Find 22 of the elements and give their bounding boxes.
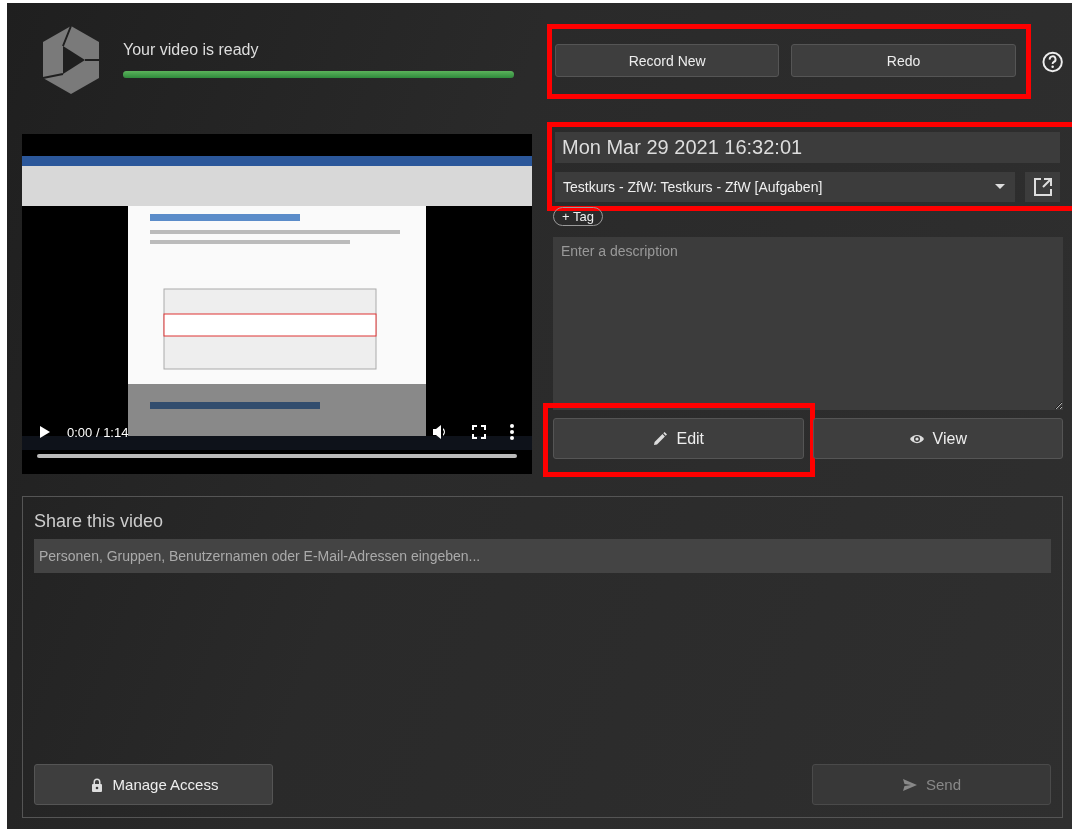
header-button[interactable]: Record New	[555, 44, 780, 77]
header-button[interactable]: Redo	[791, 44, 1016, 77]
open-external-button[interactable]	[1025, 172, 1060, 202]
send-icon	[901, 776, 918, 793]
description-field[interactable]: Enter a description	[553, 237, 1063, 410]
edit-button[interactable]: Edit	[553, 418, 804, 459]
more-options-icon[interactable]	[510, 424, 514, 440]
folder-dropdown[interactable]: Testkurs - ZfW: Testkurs - ZfW [Aufgaben]	[555, 172, 1015, 202]
manage-access-button[interactable]: Manage Access	[34, 764, 273, 805]
external-link-icon	[1032, 177, 1053, 197]
share-field[interactable]: Personen, Gruppen, Benutzernamen oder E-Mail-Adressen eingeben...	[34, 539, 1051, 573]
view-button[interactable]: View	[812, 418, 1063, 459]
share-heading: Share this video	[34, 511, 165, 532]
pencil-icon	[652, 430, 669, 447]
play-icon[interactable]	[39, 425, 51, 439]
title-field[interactable]: Mon Mar 29 2021 16:32:01	[555, 132, 1060, 163]
fullscreen-icon[interactable]	[472, 425, 486, 439]
volume-icon[interactable]	[432, 424, 448, 440]
help-icon[interactable]	[1041, 50, 1063, 73]
caret-icon	[995, 184, 1005, 190]
status-message: Your video is ready	[123, 41, 260, 59]
time-display: 0:00 / 1:14	[67, 424, 129, 440]
